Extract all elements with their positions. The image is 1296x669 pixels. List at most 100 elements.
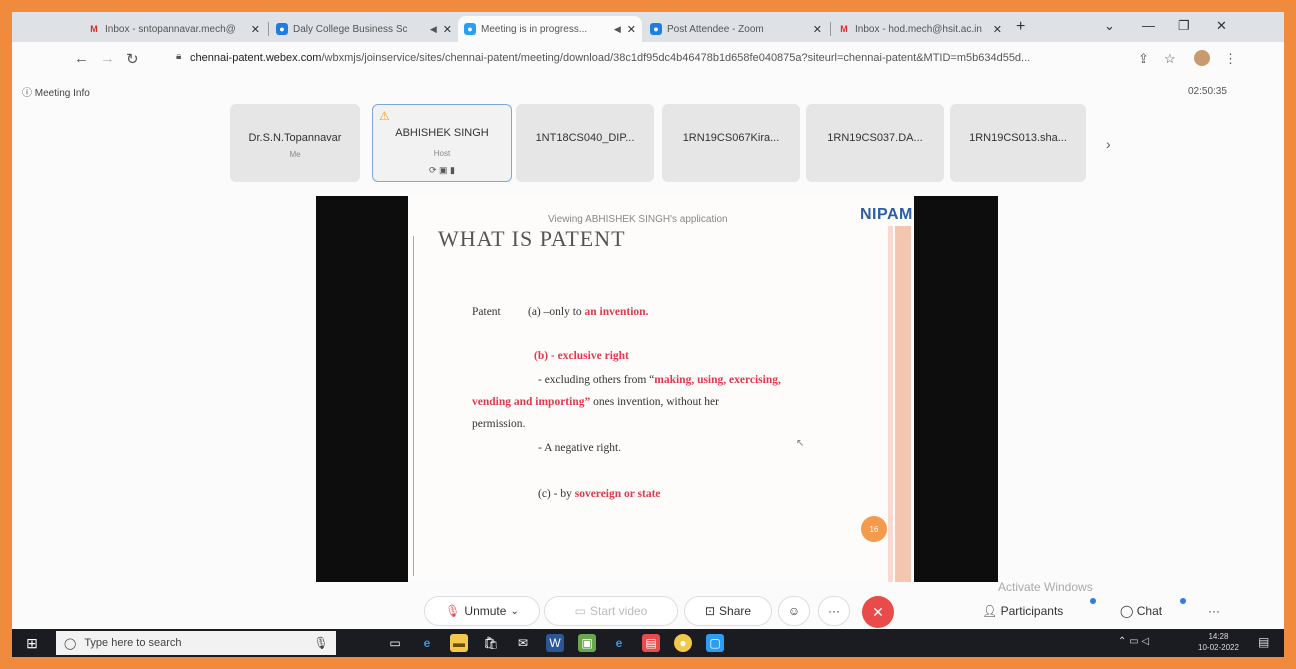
participant-tile[interactable]: 1RN19CS067Kira...: [662, 104, 800, 182]
slide-title: WHAT IS PATENT: [438, 226, 626, 251]
taskbar-search-field[interactable]: ◯ Type here to search: [56, 631, 336, 655]
smiley-icon: ☺: [787, 604, 801, 618]
tab-inbox-hod[interactable]: M Inbox - hod.mech@hsit.ac.in ✕: [832, 16, 1008, 42]
url-field[interactable]: chennai-patent.webex.com/wbxmjs/joinserv…: [190, 52, 1130, 64]
webex-icon[interactable]: ▢: [706, 634, 724, 652]
participant-tile-me[interactable]: Dr.S.N.Topannavar Me: [230, 104, 360, 182]
tab-search-chevron-icon[interactable]: ⌄: [1104, 18, 1115, 34]
chat-icon: ◯: [1120, 604, 1137, 618]
chat-button[interactable]: ◯ Chat: [1120, 604, 1162, 618]
task-view-icon[interactable]: ▭: [386, 634, 404, 652]
browser-tab-strip: M Inbox - sntopannavar.mech@ ✕ ● Daly Co…: [12, 12, 1284, 42]
slide-line: - excluding others from “making, using, …: [538, 374, 781, 386]
share-page-icon[interactable]: ⇪: [1138, 51, 1149, 67]
more-options-button[interactable]: ···: [818, 596, 850, 626]
close-icon[interactable]: ✕: [627, 23, 636, 36]
host-status-icons: ⟳ ▣ ▮: [429, 165, 455, 175]
address-bar-row: ← → ↻ 🔒︎ chennai-patent.webex.com/wbxmjs…: [12, 42, 1284, 76]
edge-icon[interactable]: e: [418, 634, 436, 652]
share-letterbox-right: [914, 196, 998, 582]
end-meeting-button[interactable]: ✕: [862, 596, 894, 628]
webex-icon: ●: [276, 23, 288, 35]
pdf-reader-icon[interactable]: ▤: [642, 634, 660, 652]
participants-notification-dot: [1090, 598, 1096, 604]
tab-daly-college[interactable]: ● Daly College Business Sc ◀ ✕: [270, 16, 458, 42]
browser-menu-icon[interactable]: ⋮: [1224, 51, 1237, 67]
participant-tile[interactable]: 1RN19CS013.sha...: [950, 104, 1086, 182]
close-icon[interactable]: ✕: [251, 23, 260, 36]
warning-icon: ⚠: [379, 109, 390, 123]
slide-line: vending and importing” ones invention, w…: [472, 396, 719, 408]
meeting-timer: 02:50:35: [1188, 86, 1227, 97]
new-tab-button[interactable]: +: [1016, 18, 1025, 36]
slide-line: (a) –only to an invention.: [528, 306, 649, 318]
tab-inbox-sntopannavar[interactable]: M Inbox - sntopannavar.mech@ ✕: [82, 16, 266, 42]
restore-button[interactable]: ❐: [1178, 18, 1190, 34]
photos-icon[interactable]: ▣: [578, 634, 596, 652]
gmail-icon: M: [840, 24, 848, 34]
participant-tile[interactable]: 1NT18CS040_DIP...: [516, 104, 654, 182]
screen: M Inbox - sntopannavar.mech@ ✕ ● Daly Co…: [12, 12, 1284, 657]
gmail-icon: M: [90, 24, 98, 34]
windows-start-icon[interactable]: ⊞: [12, 629, 52, 657]
share-button[interactable]: ⊡ Share: [684, 596, 772, 626]
unmute-button[interactable]: 🎙︎ Unmute ⌄: [424, 596, 540, 626]
slide-line: - A negative right.: [538, 442, 622, 454]
slide-page-number: 16: [861, 516, 887, 542]
share-screen-icon: ⊡: [704, 604, 716, 618]
speaker-icon[interactable]: ◀: [614, 24, 621, 35]
bookmark-star-icon[interactable]: ☆: [1164, 51, 1176, 67]
webex-icon: ●: [650, 23, 662, 35]
lock-icon[interactable]: 🔒︎: [176, 51, 181, 62]
slide-line: (b) - exclusive right: [534, 350, 629, 362]
close-icon[interactable]: ✕: [993, 23, 1002, 36]
start-video-button[interactable]: ▭ Start video: [544, 596, 678, 626]
close-icon[interactable]: ✕: [443, 23, 452, 36]
windows-taskbar: ⊞ ◯ Type here to search 🎙︎ ▭ e ▬ 🛍︎ ✉ W …: [12, 629, 1284, 657]
slide-line: Patent: [472, 306, 501, 318]
muted-mic-icon: 🎙︎: [445, 604, 461, 618]
meeting-info-link[interactable]: ⓘ Meeting Info: [22, 84, 90, 99]
taskbar-clock[interactable]: 14:28 10-02-2022: [1198, 631, 1239, 653]
chat-notification-dot: [1180, 598, 1186, 604]
speaker-icon[interactable]: ◀: [430, 24, 437, 35]
share-letterbox-left: [316, 196, 408, 582]
next-participants-chevron-icon[interactable]: ›: [1106, 136, 1111, 152]
search-icon: ◯: [64, 637, 77, 650]
tab-post-attendee-zoom[interactable]: ● Post Attendee - Zoom ✕: [644, 16, 828, 42]
close-icon[interactable]: ✕: [813, 23, 822, 36]
tab-meeting-in-progress[interactable]: ● Meeting is in progress... ◀ ✕: [458, 16, 642, 42]
participant-tile-host[interactable]: ⚠ ABHISHEK SINGH Host ⟳ ▣ ▮: [372, 104, 512, 182]
nipam-logo: NIPAM: [860, 206, 913, 223]
notifications-icon[interactable]: ▤: [1258, 635, 1269, 649]
info-icon: ⓘ: [22, 88, 35, 99]
shared-slide: NIPAM WHAT IS PATENT Viewing ABHISHEK SI…: [408, 196, 914, 582]
video-icon: ▭: [574, 604, 586, 618]
tray-icons[interactable]: ⌃ ▭ ◁: [1118, 636, 1149, 647]
mail-icon[interactable]: ✉: [514, 634, 532, 652]
back-button[interactable]: ←: [74, 50, 89, 67]
participants-icon: 👤︎: [982, 604, 1001, 618]
webex-icon: ●: [464, 23, 476, 35]
chrome-icon[interactable]: ●: [674, 634, 692, 652]
more-icon: ···: [828, 604, 840, 618]
forward-button[interactable]: →: [100, 50, 115, 67]
microphone-icon[interactable]: 🎙︎: [312, 634, 330, 652]
file-explorer-icon[interactable]: ▬: [450, 634, 468, 652]
activate-windows-watermark: Activate Windows: [998, 580, 1093, 594]
minimize-button[interactable]: —: [1142, 18, 1155, 33]
word-icon[interactable]: W: [546, 634, 564, 652]
store-icon[interactable]: 🛍︎: [482, 634, 500, 652]
slide-line: permission.: [472, 418, 526, 430]
close-window-button[interactable]: ✕: [1216, 18, 1227, 34]
reload-button[interactable]: ↻: [126, 50, 139, 68]
reactions-button[interactable]: ☺: [778, 596, 810, 626]
viewing-label: Viewing ABHISHEK SINGH's application: [548, 214, 728, 225]
profile-avatar[interactable]: [1194, 50, 1210, 66]
participant-tile[interactable]: 1RN19CS037.DA...: [806, 104, 944, 182]
close-icon: ✕: [872, 603, 884, 620]
more-panel-button[interactable]: ···: [1208, 604, 1220, 618]
internet-explorer-icon[interactable]: e: [610, 634, 628, 652]
participants-button[interactable]: 👤︎ Participants: [982, 604, 1063, 618]
slide-line: (c) - by sovereign or state: [538, 488, 661, 500]
